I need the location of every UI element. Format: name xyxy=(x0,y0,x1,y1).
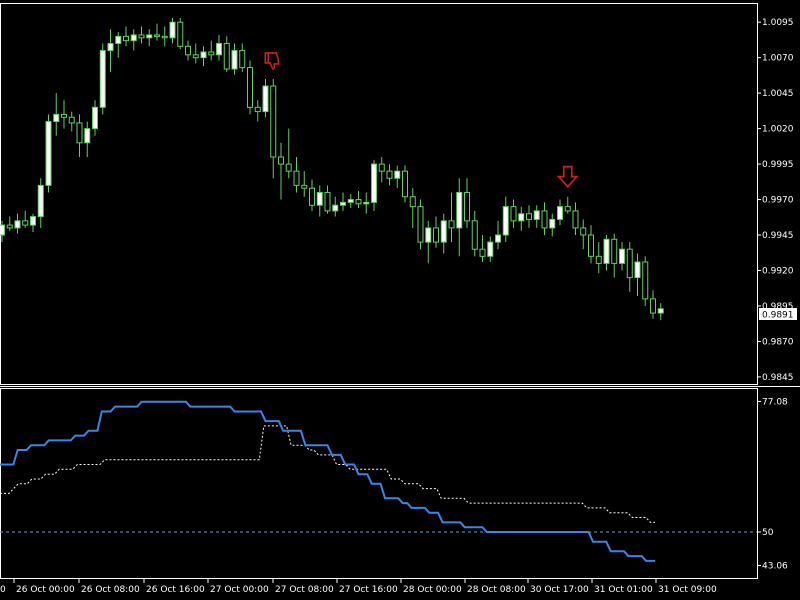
price-tick-label: 1.0045 xyxy=(762,89,794,99)
time-tick-label: 27 Oct 08:00 xyxy=(275,585,334,595)
time-tick-label: 30 Oct 17:00 xyxy=(530,585,589,595)
indicator-tick-label: 77.08 xyxy=(762,397,788,407)
price-tick-label: 0.9945 xyxy=(762,231,794,241)
time-tick-label: 28 Oct 00:00 xyxy=(403,585,462,595)
price-tick-label: 0.9845 xyxy=(762,373,794,383)
price-tick-label: 0.9870 xyxy=(762,337,794,347)
candle xyxy=(45,114,52,193)
price-tick-label: 0.9920 xyxy=(762,266,794,276)
time-tick-label: 27 Oct 16:00 xyxy=(339,585,398,595)
chart-background xyxy=(0,0,800,600)
price-tick-label: 0.9970 xyxy=(762,196,794,206)
price-tick-label: 1.0020 xyxy=(762,125,794,135)
price-tick-label: 1.0095 xyxy=(762,18,794,28)
time-tick-label: 27 Oct 00:00 xyxy=(210,585,269,595)
indicator-tick-label: 43.06 xyxy=(762,561,788,571)
time-axis-left-edge-label: 0 xyxy=(0,585,6,595)
candle xyxy=(247,60,253,115)
candle xyxy=(417,199,424,250)
price-tick-label: 0.9995 xyxy=(762,160,794,170)
time-tick-label: 28 Oct 08:00 xyxy=(467,585,526,595)
candle xyxy=(642,256,649,306)
time-tick-label: 31 Oct 01:00 xyxy=(594,585,653,595)
current-price-text: 0.9891 xyxy=(762,311,794,321)
trading-chart[interactable]: 1.0095 1.0070 1.0045 1.0020 0.9995 0.9970 0.99… xyxy=(0,0,800,600)
candle xyxy=(177,17,184,50)
indicator-tick-label: 50 xyxy=(762,528,774,538)
time-tick-label: 26 Oct 16:00 xyxy=(146,585,205,595)
candle xyxy=(99,43,106,115)
price-tick-label: 1.0070 xyxy=(762,54,794,64)
current-price-label: 0.9891 xyxy=(759,308,797,321)
candle xyxy=(402,165,408,203)
time-tick-label: 26 Oct 00:00 xyxy=(16,585,75,595)
time-tick-label: 26 Oct 08:00 xyxy=(81,585,140,595)
time-tick-label: 31 Oct 09:00 xyxy=(658,585,717,595)
